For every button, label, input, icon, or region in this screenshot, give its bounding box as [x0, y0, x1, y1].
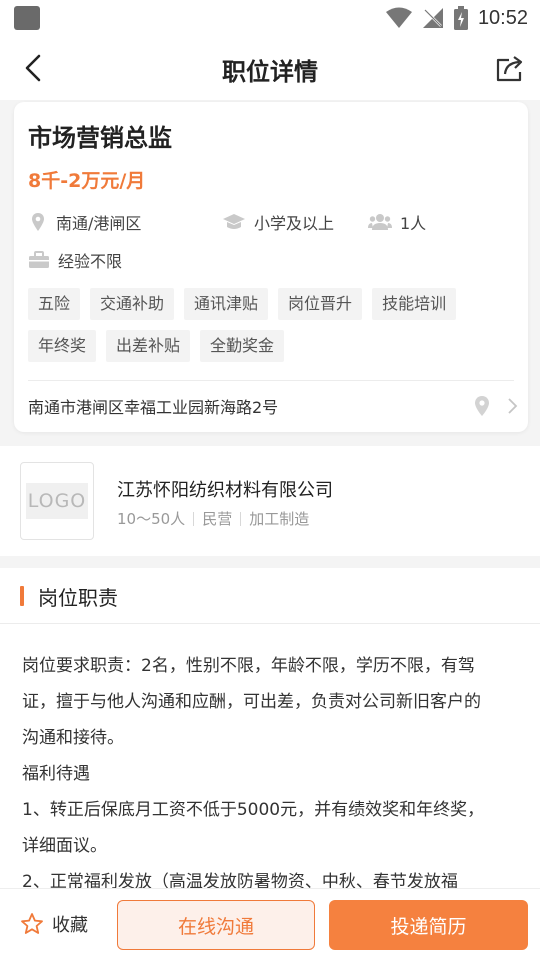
page-title: 职位详情: [222, 58, 318, 86]
company-logo: LOGO: [20, 462, 94, 540]
duty-line: 福利待遇: [22, 764, 90, 784]
welfare-tag: 出差补贴: [106, 330, 191, 362]
location-icon: [32, 213, 44, 231]
education-info: 小学及以上: [222, 210, 334, 234]
company-meta: 10～50人 民营 加工制造: [117, 508, 309, 529]
logo-placeholder: LOGO: [26, 483, 88, 519]
location-text: 南通/港闸区: [56, 214, 142, 233]
notification-icon: [14, 6, 40, 30]
education-icon: [223, 214, 245, 229]
headcount-text: 1人: [400, 214, 427, 233]
duty-header: 岗位职责: [0, 568, 540, 624]
company-name: 江苏怀阳纺织材料有限公司: [117, 480, 333, 501]
bottom-action-bar: 收藏 在线沟通 投递简历: [0, 888, 540, 960]
job-summary-card: 市场营销总监 8千-2万元/月 南通/港闸区 小学及以上 1人 经验不限 五险 …: [14, 102, 528, 432]
experience-text: 经验不限: [58, 252, 123, 271]
apply-resume-button[interactable]: 投递简历: [329, 900, 528, 950]
section-title: 岗位职责: [38, 586, 118, 610]
address-row[interactable]: 南通市港闸区幸福工业园新海路2号: [28, 392, 518, 420]
company-size: 10～50人: [117, 510, 186, 528]
duty-line: 沟通和接待。: [22, 728, 124, 748]
welfare-tag: 岗位晋升: [278, 288, 363, 320]
briefcase-icon: [29, 251, 49, 268]
headcount-info: 1人: [368, 210, 426, 234]
people-icon: [368, 214, 392, 230]
welfare-tag: 全勤奖金: [200, 330, 285, 362]
company-type: 民营: [202, 510, 233, 528]
experience-info: 经验不限: [28, 248, 122, 272]
duty-line: 详细面议。: [22, 836, 107, 856]
separator: [240, 511, 242, 526]
location-info: 南通/港闸区: [28, 210, 141, 234]
status-bar: 10:52: [0, 0, 540, 36]
address-text: 南通市港闸区幸福工业园新海路2号: [28, 398, 279, 417]
company-industry: 加工制造: [249, 510, 310, 528]
star-icon: [21, 913, 43, 934]
welfare-tag: 五险: [28, 288, 81, 320]
education-text: 小学及以上: [254, 214, 335, 233]
status-indicators: 10:52: [385, 4, 528, 32]
favorite-button[interactable]: 收藏: [20, 911, 88, 937]
chevron-right-icon: [508, 398, 518, 414]
favorite-label: 收藏: [52, 915, 88, 936]
section-accent-bar: [20, 586, 24, 606]
company-card[interactable]: LOGO 江苏怀阳纺织材料有限公司 10～50人 民营 加工制造: [0, 446, 540, 556]
clock: 10:52: [477, 6, 528, 29]
online-chat-button[interactable]: 在线沟通: [117, 900, 315, 950]
share-icon[interactable]: [494, 52, 526, 84]
wifi-icon: [385, 7, 412, 28]
duty-line: 岗位要求职责：2名，性别不限，年龄不限，学历不限，有驾: [22, 656, 475, 676]
welfare-tags: 五险 交通补助 通讯津贴 岗位晋升 技能培训 年终奖 出差补贴 全勤奖金: [28, 288, 508, 362]
duty-description: 岗位要求职责：2名，性别不限，年龄不限，学历不限，有驾 证，擅于与他人沟通和应酬…: [0, 624, 540, 900]
welfare-tag: 通讯津贴: [184, 288, 269, 320]
nav-bar: 职位详情: [0, 36, 540, 100]
separator: [193, 511, 195, 526]
divider: [28, 380, 514, 381]
welfare-tag: 交通补助: [90, 288, 175, 320]
welfare-tag: 年终奖: [28, 330, 97, 362]
job-title: 市场营销总监: [28, 124, 172, 152]
no-signal-icon: [422, 8, 443, 28]
map-pin-icon: [475, 396, 489, 416]
job-salary: 8千-2万元/月: [28, 170, 146, 192]
duty-line: 1、转正后保底月工资不低于5000元，并有绩效奖和年终奖，: [22, 800, 485, 820]
welfare-tag: 技能培训: [372, 288, 457, 320]
duty-line: 证，擅于与他人沟通和应酬，可出差，负责对公司新旧客户的: [22, 692, 481, 712]
battery-icon: [453, 6, 468, 30]
